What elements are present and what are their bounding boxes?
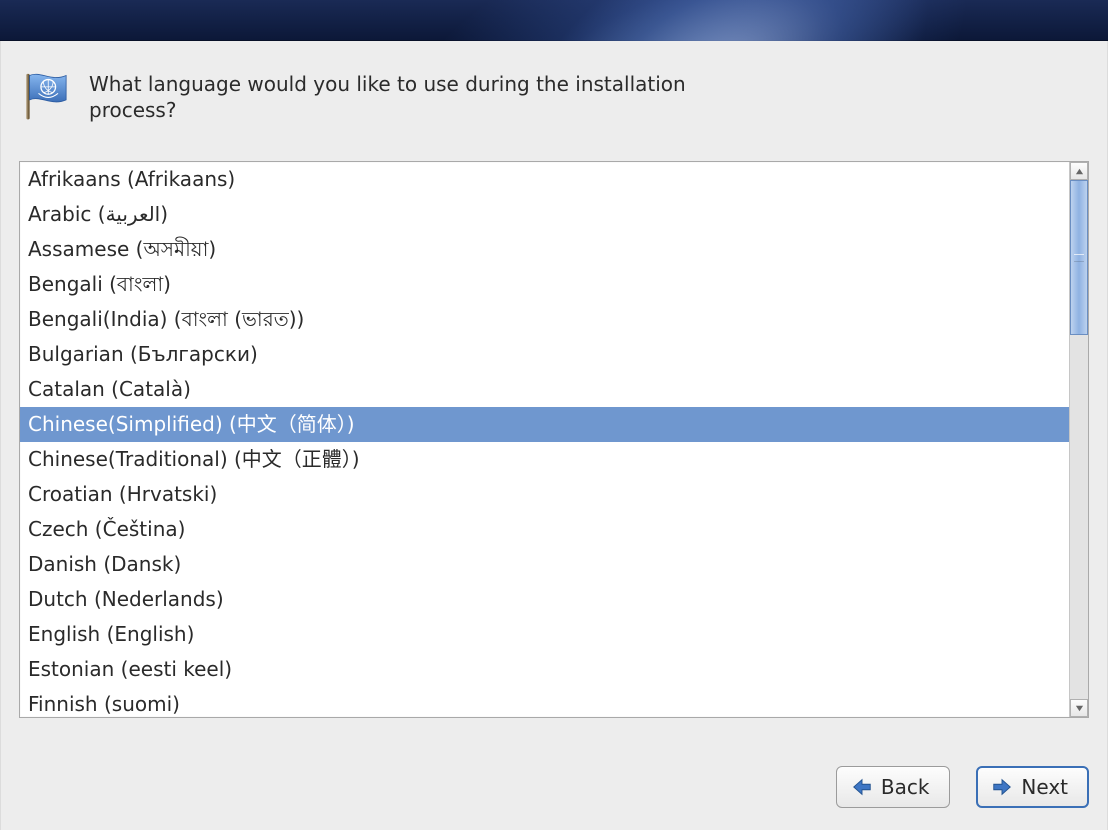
language-option[interactable]: Catalan (Català) [20, 372, 1069, 407]
wizard-footer: Back Next [836, 766, 1089, 808]
language-selection-page: What language would you like to use duri… [0, 41, 1108, 830]
scroll-down-button[interactable] [1070, 699, 1088, 717]
language-option[interactable]: Danish (Dansk) [20, 547, 1069, 582]
scroll-up-button[interactable] [1070, 162, 1088, 180]
language-list[interactable]: Afrikaans (Afrikaans)Arabic (العربية)Ass… [20, 162, 1069, 717]
next-button[interactable]: Next [976, 766, 1089, 808]
scrollbar-vertical[interactable] [1069, 162, 1088, 717]
language-list-container: Afrikaans (Afrikaans)Arabic (العربية)Ass… [19, 161, 1089, 718]
back-button-label: Back [881, 775, 930, 799]
language-option[interactable]: Czech (Čeština) [20, 512, 1069, 547]
language-prompt: What language would you like to use duri… [89, 71, 709, 123]
language-option[interactable]: Afrikaans (Afrikaans) [20, 162, 1069, 197]
installer-banner [0, 0, 1108, 41]
arrow-right-icon [991, 776, 1013, 798]
language-option[interactable]: English (English) [20, 617, 1069, 652]
page-header: What language would you like to use duri… [1, 41, 1107, 131]
language-option[interactable]: Arabic (العربية) [20, 197, 1069, 232]
language-option[interactable]: Chinese(Simplified) (中文（简体）) [20, 407, 1069, 442]
language-option[interactable]: Bengali(India) (বাংলা (ভারত)) [20, 302, 1069, 337]
language-option[interactable]: Chinese(Traditional) (中文（正體）) [20, 442, 1069, 477]
next-button-label: Next [1021, 775, 1068, 799]
language-option[interactable]: Croatian (Hrvatski) [20, 477, 1069, 512]
back-button[interactable]: Back [836, 766, 951, 808]
language-option[interactable]: Assamese (অসমীয়া) [20, 232, 1069, 267]
language-option[interactable]: Dutch (Nederlands) [20, 582, 1069, 617]
language-option[interactable]: Bengali (বাংলা) [20, 267, 1069, 302]
un-flag-icon [19, 69, 71, 121]
language-option[interactable]: Estonian (eesti keel) [20, 652, 1069, 687]
language-option[interactable]: Bulgarian (Български) [20, 337, 1069, 372]
arrow-left-icon [851, 776, 873, 798]
language-option[interactable]: Finnish (suomi) [20, 687, 1069, 717]
scrollbar-thumb[interactable] [1070, 180, 1088, 335]
scrollbar-track[interactable] [1070, 180, 1088, 699]
